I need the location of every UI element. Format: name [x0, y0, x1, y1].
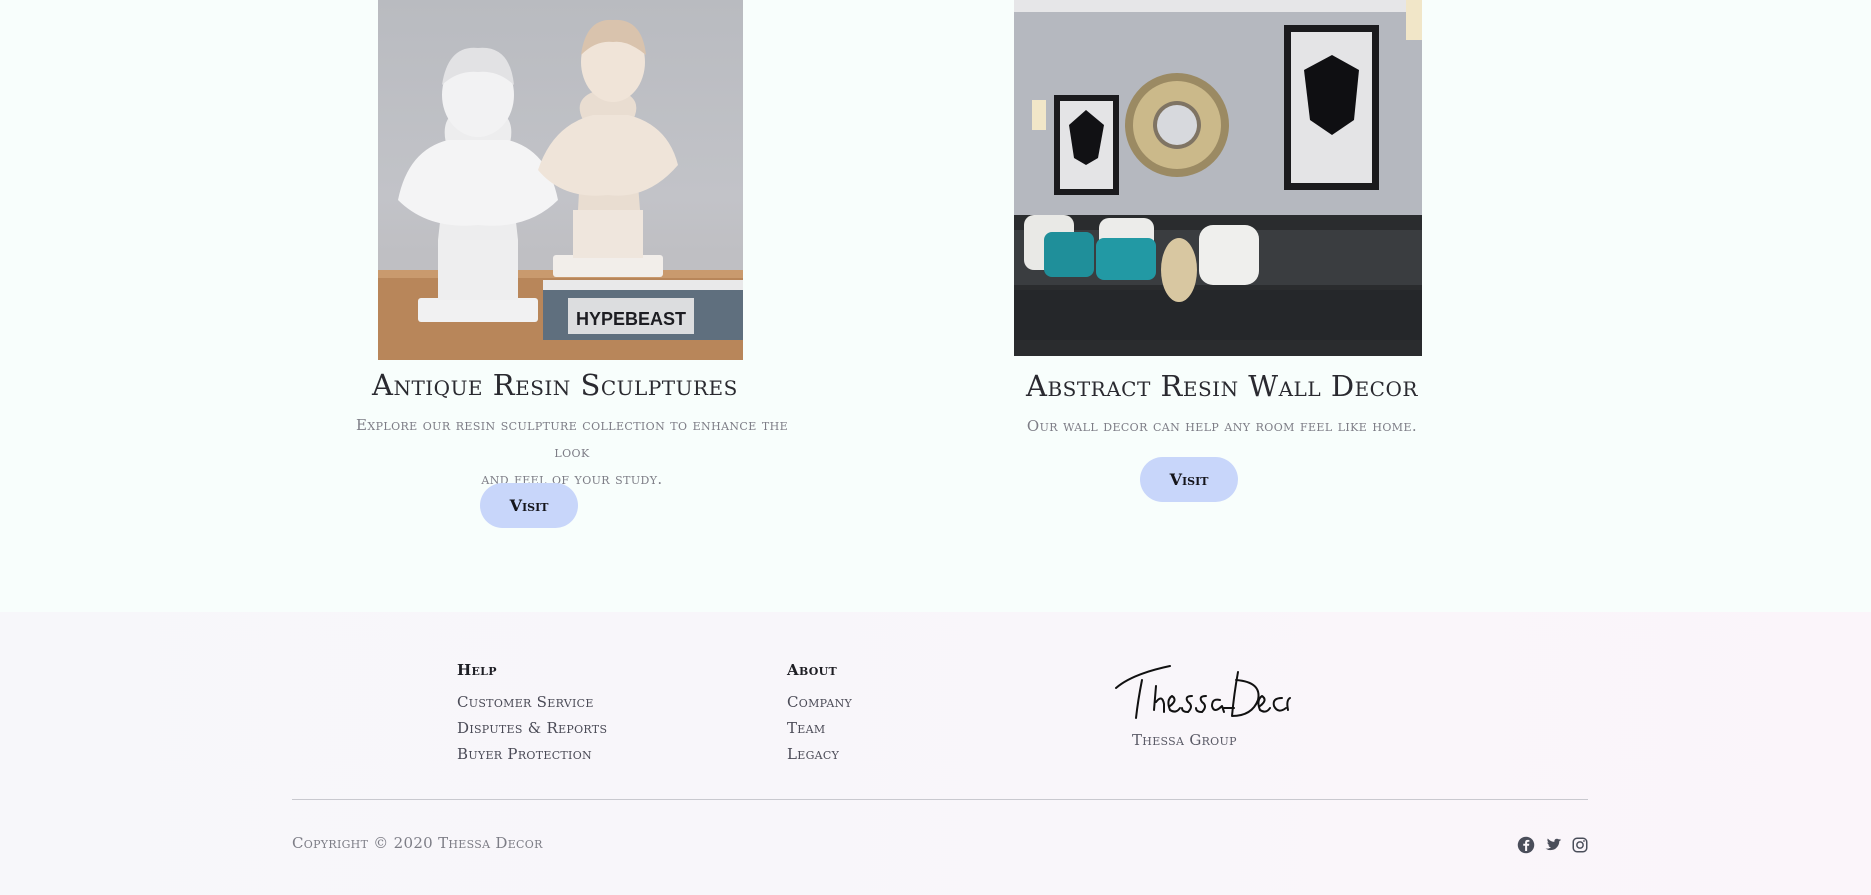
footer-link-disputes-reports[interactable]: Disputes & Reports	[457, 715, 607, 741]
book-label: HYPEBEAST	[576, 309, 686, 329]
footer-link-legacy[interactable]: Legacy	[787, 741, 852, 767]
product-description: Our wall decor can help any room feel li…	[1000, 413, 1444, 440]
site-footer	[0, 612, 1871, 895]
twitter-icon[interactable]	[1544, 836, 1562, 854]
footer-link-company[interactable]: Company	[787, 689, 852, 715]
visit-button[interactable]: Visit	[1140, 457, 1238, 502]
footer-about-heading: About	[787, 661, 837, 679]
wall-decor-image[interactable]	[1014, 0, 1422, 356]
footer-divider	[292, 799, 1588, 800]
facebook-icon[interactable]	[1517, 836, 1535, 854]
product-description-line: Our wall decor can help any room feel li…	[1026, 417, 1418, 435]
footer-help-column: Help Customer Service Disputes & Reports…	[457, 661, 607, 767]
footer-help-heading: Help	[457, 661, 497, 679]
brand-subtitle: Thessa Group	[1132, 731, 1237, 749]
wall-decor-illustration	[1014, 0, 1422, 356]
footer-link-team[interactable]: Team	[787, 715, 852, 741]
footer-link-buyer-protection[interactable]: Buyer Protection	[457, 741, 607, 767]
sculpture-illustration: HYPEBEAST	[378, 19, 743, 360]
footer-link-customer-service[interactable]: Customer Service	[457, 689, 607, 715]
products-section: HYPEBEAST Antique Resin Sculptures Explo…	[0, 0, 1871, 612]
visit-button[interactable]: Visit	[480, 483, 578, 528]
product-description-line: Explore our resin sculpture collection t…	[355, 416, 789, 461]
instagram-icon[interactable]	[1571, 836, 1589, 854]
sculpture-image[interactable]: HYPEBEAST	[378, 0, 743, 360]
product-title: Antique Resin Sculptures	[372, 368, 738, 402]
product-title: Abstract Resin Wall Decor	[1026, 369, 1418, 403]
brand-logo[interactable]	[1112, 660, 1292, 722]
product-description: Explore our resin sculpture collection t…	[350, 412, 794, 493]
copyright-text: Copyright © 2020 Thessa Decor	[292, 834, 543, 852]
footer-about-column: About Company Team Legacy	[787, 661, 852, 767]
